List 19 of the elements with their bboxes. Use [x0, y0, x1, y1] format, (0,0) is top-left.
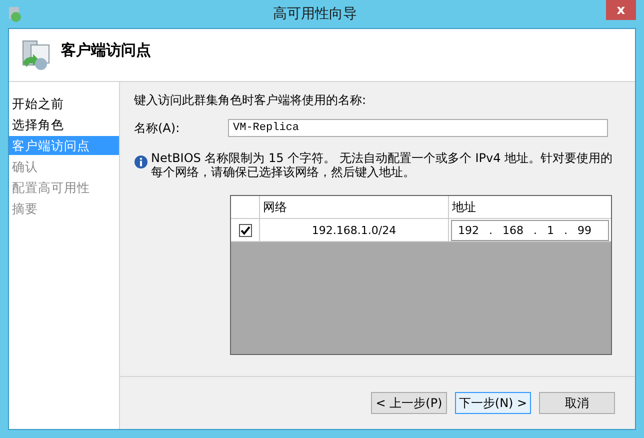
app-icon [6, 5, 24, 23]
wizard-button[interactable]: < 上一步(P) [371, 392, 447, 414]
info-icon [134, 155, 148, 169]
info-text: NetBIOS 名称限制为 15 个字符。 无法自动配置一个或多个 IPv4 地址。针对要使用的每个网络，请确保已选择该网络，然后键入地址。 [151, 151, 614, 179]
window-title: 高可用性向导 [272, 5, 358, 23]
column-header: 地址 [451, 198, 476, 216]
name-label: 名称(A): [134, 120, 181, 136]
instruction-text: 键入访问此群集角色时客户端将使用的名称: [134, 92, 368, 109]
name-field[interactable]: VM-Replica [228, 119, 608, 137]
network-cell: 192.168.1.0/24 [312, 224, 396, 236]
wizard-button[interactable]: 取消 [539, 392, 615, 414]
page-title: 客户端访问点 [61, 41, 151, 60]
ip-address-field[interactable]: 192 . 168 . 1 . 99 [451, 220, 609, 240]
checkbox[interactable] [238, 224, 252, 236]
close-button[interactable]: x [606, 0, 636, 20]
nav-item[interactable]: 选择角色 [9, 115, 119, 134]
nav-item[interactable]: 开始之前 [9, 94, 119, 113]
column-header: 网络 [262, 198, 287, 216]
wizard-button[interactable]: 下一步(N) > [455, 392, 531, 414]
